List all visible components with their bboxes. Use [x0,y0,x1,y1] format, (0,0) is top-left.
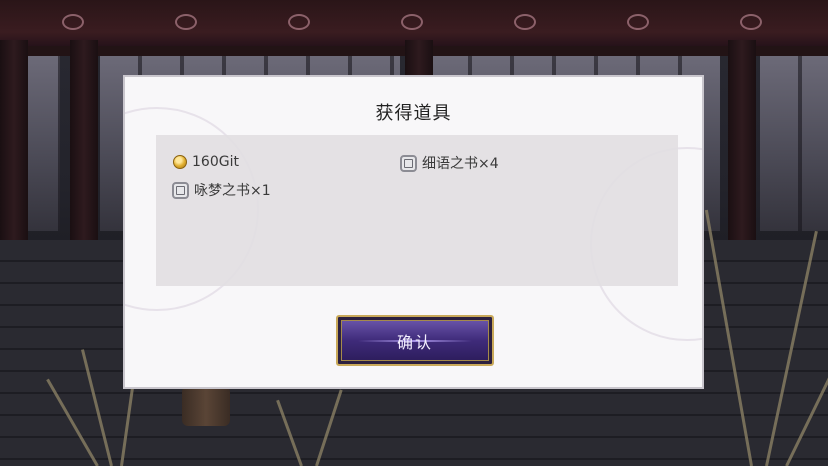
book-icon [172,181,189,199]
roof-ornament-icon [401,14,423,30]
roof-ornament-icon [62,14,84,30]
roof-ornament-icon [627,14,649,30]
pillar [728,40,756,250]
reward-item-label: 细语之书×4 [422,156,499,172]
reward-item: 160Git [173,154,239,170]
reward-items-panel: 160Git 细语之书×4 咏梦之书×1 [156,135,678,286]
roof-ornament-icon [740,14,762,30]
barrel [182,386,230,426]
pillar [0,40,28,250]
confirm-button[interactable]: 确认 [336,315,494,366]
reward-item: 咏梦之书×1 [172,180,271,200]
roof-ornament-icon [175,14,197,30]
roof-ornament-icon [514,14,536,30]
reward-item-label: 咏梦之书×1 [194,183,271,199]
reward-item: 细语之书×4 [400,153,499,173]
dialog-title: 获得道具 [375,103,452,124]
confirm-button-label: 确认 [396,332,433,352]
pillar [70,40,98,250]
window-panel [760,56,828,231]
coin-icon [173,155,187,169]
reward-dialog: 获得道具 160Git 细语之书×4 咏梦之书×1 确认 [123,75,704,389]
reward-item-label: 160Git [192,154,239,170]
book-icon [400,154,417,172]
roof-ornament-icon [288,14,310,30]
